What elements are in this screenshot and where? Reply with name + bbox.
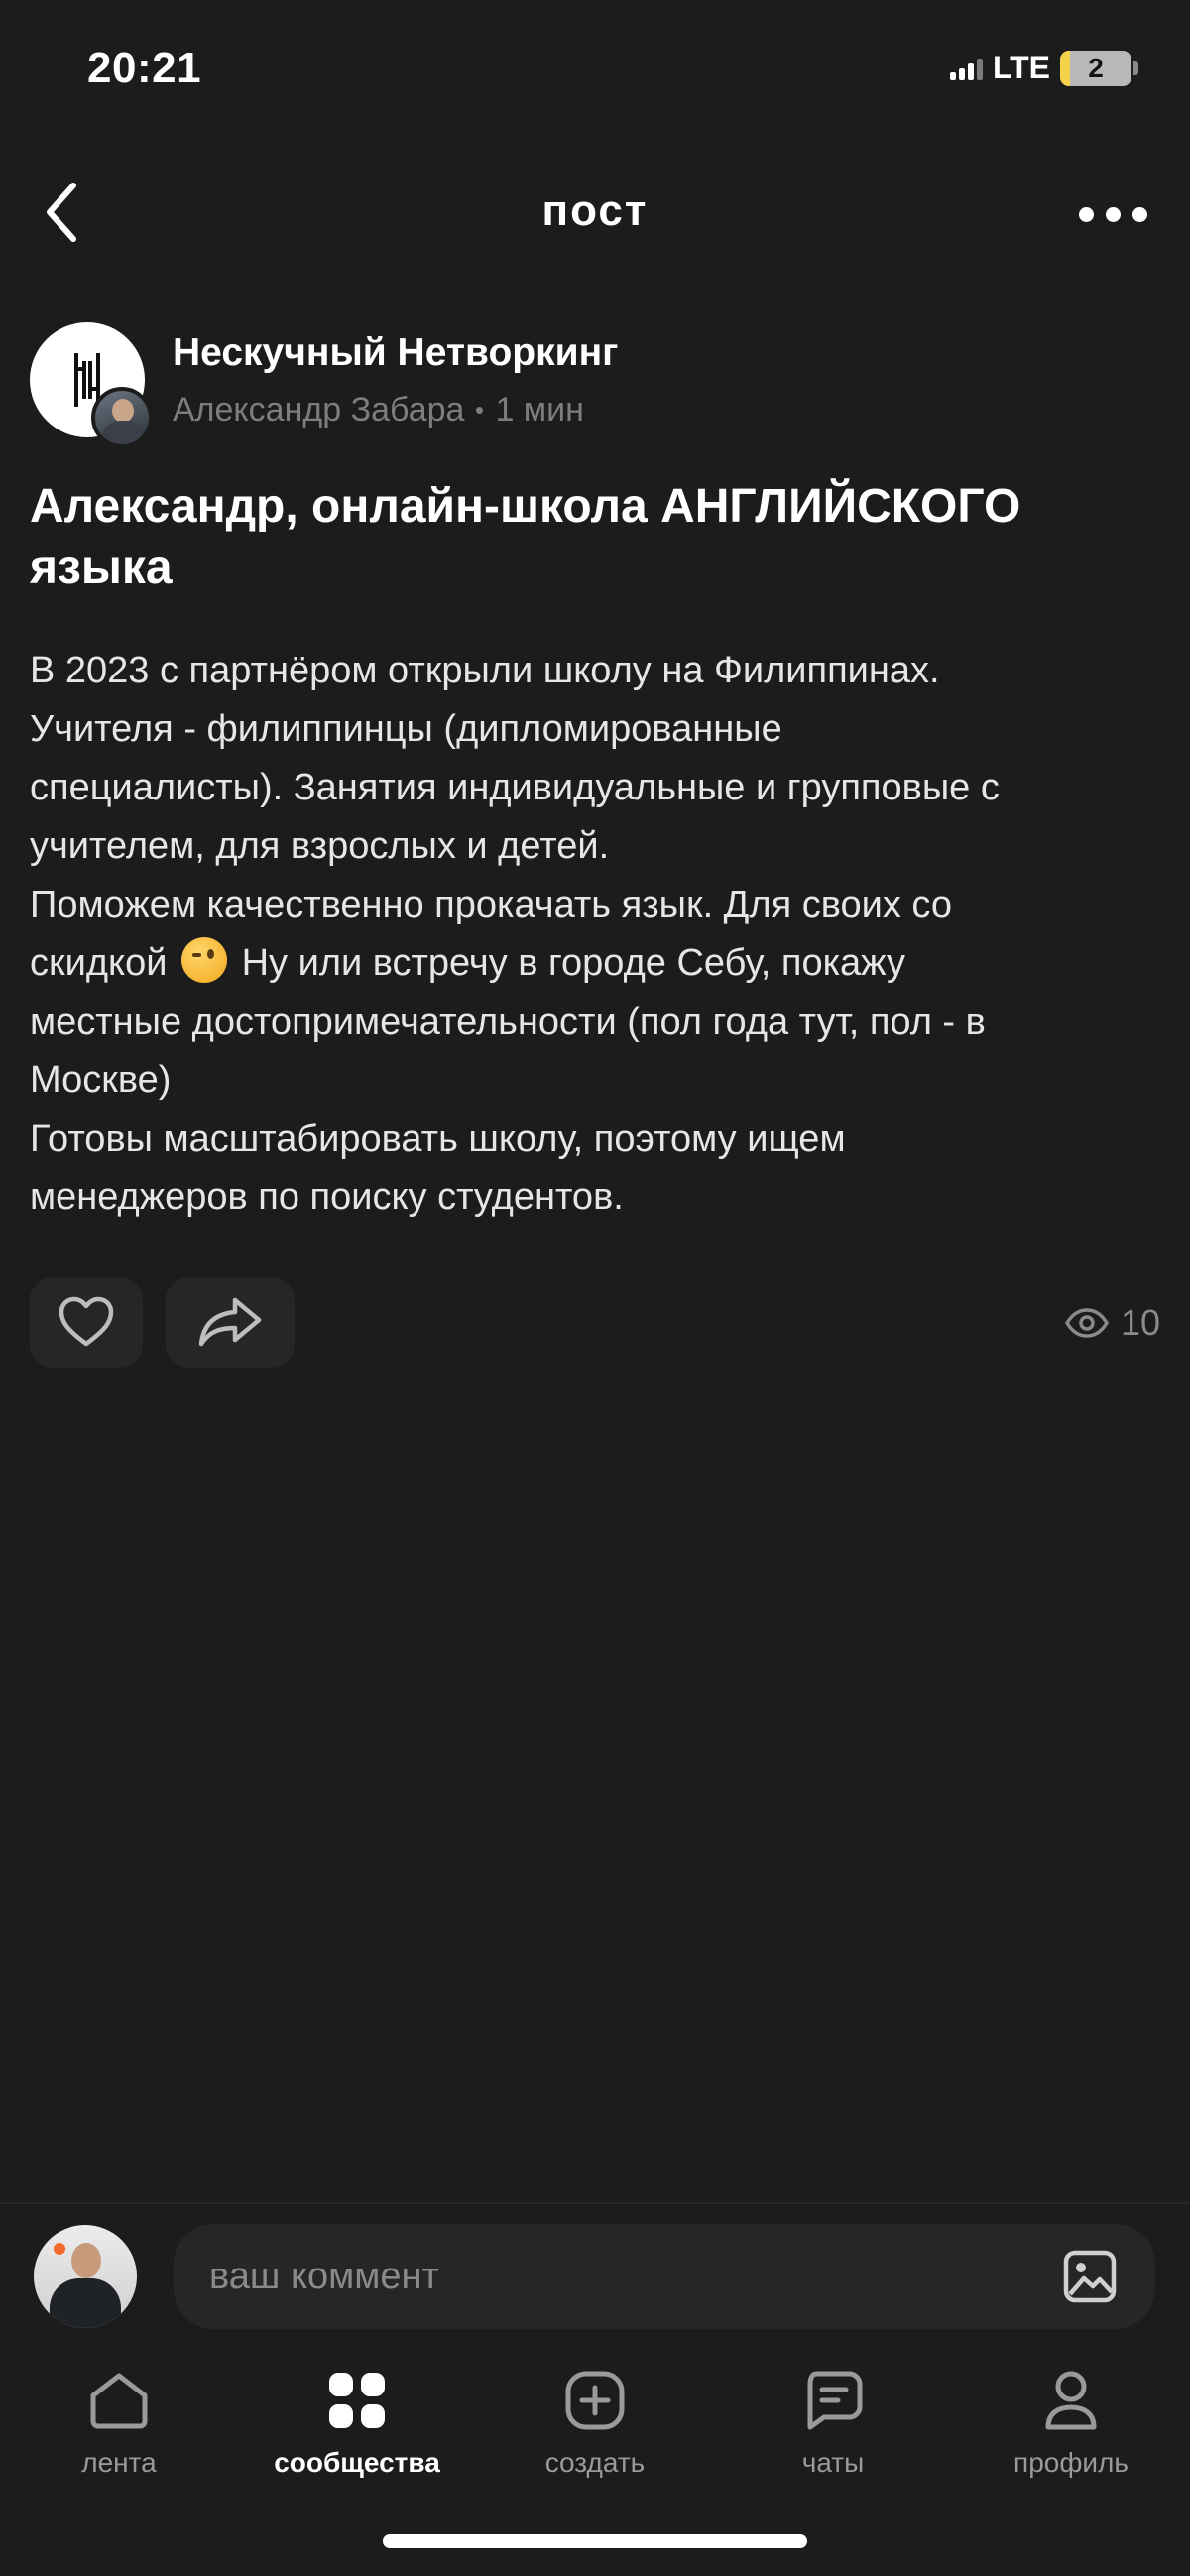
more-dot: [1131, 206, 1147, 222]
tab-label: лента: [81, 2447, 157, 2478]
attach-image-button[interactable]: [1060, 2247, 1120, 2306]
plus-square-icon: [565, 2371, 625, 2430]
avatar-head: [112, 399, 134, 423]
tab-create[interactable]: создать: [476, 2366, 714, 2495]
chat-icon: [807, 2371, 863, 2430]
eye-icon: [1064, 1308, 1109, 1338]
network-type: LTE: [992, 50, 1050, 85]
battery-icon: 2: [1060, 50, 1131, 86]
image-icon: [1063, 2250, 1117, 2303]
post-body-line: скидкой Ну или встречу в городе Себу, по…: [30, 934, 1170, 993]
post-body-line: учителем, для взрослых и детей.: [30, 825, 610, 867]
page-title: пост: [541, 186, 649, 235]
share-arrow-icon: [198, 1297, 262, 1347]
like-button[interactable]: [30, 1277, 143, 1368]
post-body-line: специалисты). Занятия индивидуальные и г…: [30, 767, 1000, 808]
tab-feed[interactable]: лента: [0, 2366, 238, 2495]
avatar-body: [101, 421, 147, 444]
more-dot: [1105, 206, 1121, 222]
community-name[interactable]: Нескучный Нетворкинг: [173, 331, 618, 375]
status-indicators: LTE 2: [949, 50, 1138, 86]
battery-level: 2: [1088, 52, 1104, 83]
post-title: Александр, онлайн-школа АНГЛИЙСКОГО язык…: [30, 476, 1150, 599]
more-options-button[interactable]: [1065, 194, 1160, 234]
comment-field[interactable]: [174, 2224, 1155, 2329]
home-indicator[interactable]: [383, 2534, 807, 2548]
tab-profile[interactable]: профиль: [952, 2366, 1190, 2495]
winking-face-emoji-icon: [181, 937, 227, 983]
tab-communities[interactable]: сообщества: [238, 2366, 476, 2495]
post-body-line: местные достопримечательности (пол года …: [30, 1001, 986, 1043]
divider: [0, 2202, 1190, 2204]
author-avatar[interactable]: [91, 387, 153, 448]
battery-cap: [1133, 61, 1138, 75]
heart-icon: [59, 1296, 114, 1347]
post-body-line: В 2023 с партнёром открыли школу на Фили…: [30, 650, 940, 691]
views-count: 10: [1120, 1302, 1160, 1343]
post-body-line: Учителя - филиппинцы (дипломированные: [30, 708, 782, 750]
tab-label: сообщества: [274, 2447, 440, 2478]
person-icon: [1045, 2371, 1097, 2430]
avatar-decoration: [54, 2243, 65, 2255]
comment-input[interactable]: [209, 2255, 1060, 2298]
post-body: В 2023 с партнёром открыли школу на Фили…: [30, 642, 1170, 1227]
current-user-avatar: [34, 2225, 137, 2328]
avatar-body: [50, 2278, 121, 2328]
post-body-line: Поможем качественно прокачать язык. Для …: [30, 884, 952, 925]
tab-label: создать: [544, 2447, 646, 2478]
status-time: 20:21: [87, 44, 202, 92]
tab-label: чаты: [801, 2447, 865, 2478]
share-button[interactable]: [166, 1277, 295, 1368]
post-body-line: Москве): [30, 1059, 172, 1101]
post-title-line: Александр, онлайн-школа АНГЛИЙСКОГО: [30, 480, 1021, 533]
post-body-line: менеджеров по поиску студентов.: [30, 1176, 624, 1218]
separator-dot: [476, 407, 484, 414]
post-meta: Александр Забара 1 мин: [173, 391, 584, 429]
post-title-line: языка: [30, 542, 173, 594]
avatar-head: [71, 2243, 101, 2278]
tab-bar: лента сообщества создать чаты профиль: [0, 2366, 1190, 2495]
views-counter: 10: [1064, 1302, 1160, 1344]
grid-icon: [329, 2373, 385, 2428]
post-body-fragment: скидкой: [30, 942, 168, 984]
tab-chats[interactable]: чаты: [714, 2366, 952, 2495]
more-dot: [1078, 206, 1094, 222]
author-name[interactable]: Александр Забара: [173, 391, 464, 429]
post-time: 1 мин: [495, 391, 584, 429]
post-body-line: Готовы масштабировать школу, поэтому ище…: [30, 1118, 846, 1160]
signal-icon: [949, 57, 983, 80]
post-body-fragment: Ну или встречу в городе Себу, покажу: [241, 942, 906, 984]
tab-label: профиль: [1013, 2447, 1129, 2478]
home-icon: [90, 2373, 148, 2429]
